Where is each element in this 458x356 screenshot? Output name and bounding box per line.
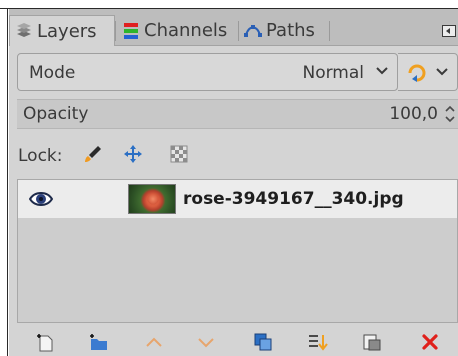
opacity-spinscale[interactable]: Opacity 100,0 — [17, 99, 458, 129]
raise-layer-icon[interactable] — [143, 331, 165, 353]
tab-layers[interactable]: Layers — [9, 15, 115, 46]
tab-separator — [115, 21, 116, 41]
merge-layer-icon[interactable] — [306, 331, 328, 353]
composite-mode-button[interactable] — [398, 53, 458, 91]
spin-arrows-icon[interactable] — [444, 104, 456, 124]
layers-dock-panel: Layers Channels Paths Mode Normal Opacit… — [9, 9, 458, 356]
layer-row[interactable]: rose-3949167__340.jpg — [18, 180, 457, 218]
mode-value: Normal — [302, 63, 364, 83]
lower-layer-icon[interactable] — [195, 331, 217, 353]
dock-tab-bar: Layers Channels Paths — [9, 9, 458, 46]
opacity-label: Opacity — [23, 104, 89, 124]
tab-channels[interactable]: Channels — [117, 16, 237, 45]
delete-layer-icon[interactable] — [419, 331, 441, 353]
tab-paths-label: Paths — [266, 20, 315, 41]
layers-list[interactable]: rose-3949167__340.jpg — [17, 179, 458, 323]
lock-label: Lock: — [18, 146, 63, 166]
tab-channels-label: Channels — [144, 20, 228, 41]
composite-mode-icon — [408, 64, 426, 82]
lock-position-move-icon[interactable] — [123, 144, 143, 164]
lock-pixels-brush-icon[interactable] — [83, 144, 103, 164]
window-edge-top — [0, 0, 458, 9]
tab-separator — [329, 21, 330, 41]
duplicate-layer-icon[interactable] — [252, 331, 274, 353]
tab-layers-label: Layers — [37, 20, 97, 42]
layer-thumbnail — [128, 184, 176, 214]
mode-dropdown[interactable]: Mode Normal — [17, 53, 398, 91]
tab-paths[interactable]: Paths — [239, 16, 329, 45]
window-edge-left — [0, 9, 9, 356]
chevron-down-icon — [436, 68, 448, 76]
dock-menu-icon[interactable] — [442, 25, 456, 37]
new-layer-group-icon[interactable] — [88, 331, 110, 353]
layers-icon — [14, 21, 34, 41]
layer-mask-icon[interactable] — [361, 331, 383, 353]
lock-alpha-checker-icon[interactable] — [169, 144, 189, 164]
layer-name[interactable]: rose-3949167__340.jpg — [183, 189, 404, 209]
paths-icon — [243, 21, 263, 41]
channels-icon — [121, 21, 141, 41]
eye-visibility-icon[interactable] — [29, 188, 53, 210]
new-layer-icon[interactable] — [35, 331, 57, 353]
opacity-value[interactable]: 100,0 — [389, 104, 438, 124]
chevron-down-icon — [376, 67, 388, 75]
mode-label: Mode — [29, 63, 76, 83]
